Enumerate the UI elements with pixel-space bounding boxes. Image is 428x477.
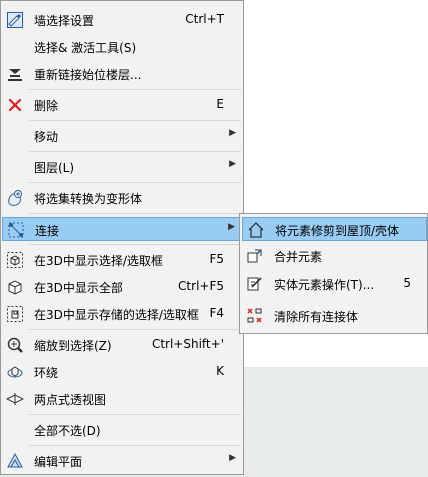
trim-roof-icon	[247, 221, 265, 239]
menu-item-label: 两点式透视图	[34, 393, 107, 407]
delete-x-icon	[6, 96, 24, 114]
menu-item-shortcut: E	[216, 97, 224, 111]
menu-item-label: 环绕	[34, 366, 59, 380]
menu-item-label: 选择& 激活工具(S)	[34, 41, 137, 55]
menu-separator	[29, 329, 241, 330]
menu-item-label: 连接	[35, 224, 60, 238]
menu-separator	[29, 120, 241, 121]
menu-item-label: 将选集转换为变形体	[34, 192, 143, 206]
menu-item-label: 在3D中显示全部	[34, 281, 123, 295]
menu-item-wall-settings[interactable]: 墙选择设置 Ctrl+T	[2, 8, 242, 32]
menu-item-connect[interactable]: 连接 ▶	[2, 217, 242, 241]
context-menu: 墙选择设置 Ctrl+T 选择& 激活工具(S) 重新链接始位楼层... 删除 …	[0, 0, 244, 475]
menu-item-label: 移动	[34, 130, 59, 144]
submenu-item-clear-connections[interactable]: 清除所有连接体	[242, 304, 427, 328]
menu-item-label: 删除	[34, 99, 59, 113]
menu-item-label: 缩放到选择(Z)	[34, 339, 112, 353]
menu-separator	[29, 151, 241, 152]
menu-item-label: 全部不选(D)	[34, 424, 101, 438]
clear-connections-icon	[246, 307, 264, 325]
menu-item-edit-plane[interactable]: 编辑平面 ▶	[2, 449, 242, 473]
menu-item-convert-to-morph[interactable]: 将选集转换为变形体	[2, 186, 242, 210]
menu-item-two-point-perspective[interactable]: 两点式透视图	[2, 387, 242, 411]
menu-item-shortcut: 5	[403, 276, 411, 290]
merge-elements-icon	[246, 247, 264, 265]
menu-item-shortcut: F4	[209, 306, 224, 320]
edit-plane-icon	[6, 452, 24, 470]
menu-item-relink-story[interactable]: 重新链接始位楼层...	[2, 62, 242, 86]
submenu-arrow-icon: ▶	[229, 159, 236, 169]
menu-item-label: 在3D中显示选择/选取框	[34, 254, 163, 268]
submenu-item-merge-elements[interactable]: 合并元素	[242, 244, 427, 268]
submenu-arrow-icon: ▶	[228, 222, 235, 232]
menu-item-show-3d-selection[interactable]: 在3D中显示选择/选取框 F5	[2, 248, 242, 272]
two-point-perspective-icon	[5, 390, 25, 408]
submenu-item-solid-operations[interactable]: 实体元素操作(T)... 5	[242, 272, 427, 296]
submenu-arrow-icon: ▶	[229, 453, 236, 463]
menu-item-show-3d-stored[interactable]: 在3D中显示存储的选择/选取框 F4	[2, 302, 242, 326]
menu-item-shortcut: Ctrl+Shift+'	[151, 337, 224, 351]
menu-item-move[interactable]: 移动 ▶	[2, 124, 242, 148]
menu-separator	[29, 213, 241, 214]
menu-item-layer[interactable]: 图层(L) ▶	[2, 155, 242, 179]
menu-item-label: 合并元素	[274, 250, 323, 264]
menu-item-label: 清除所有连接体	[274, 310, 359, 324]
morph-convert-icon	[6, 189, 24, 207]
menu-separator	[29, 89, 241, 90]
menu-item-shortcut: Ctrl+T	[185, 12, 224, 26]
menu-item-label: 重新链接始位楼层...	[34, 68, 142, 82]
show-3d-all-icon	[6, 278, 24, 296]
menu-item-select-activate-tool[interactable]: 选择& 激活工具(S)	[2, 35, 242, 59]
orbit-icon	[6, 363, 24, 381]
menu-item-deselect-all[interactable]: 全部不选(D)	[2, 418, 242, 442]
menu-item-delete[interactable]: 删除 E	[2, 93, 242, 117]
menu-item-shortcut: Ctrl+F5	[178, 279, 224, 293]
menu-item-show-3d-all[interactable]: 在3D中显示全部 Ctrl+F5	[2, 275, 242, 299]
menu-item-zoom-to-selection[interactable]: 缩放到选择(Z) Ctrl+Shift+'	[2, 333, 242, 357]
menu-item-label: 实体元素操作(T)...	[274, 278, 375, 292]
menu-item-shortcut: F5	[209, 252, 224, 266]
menu-item-orbit[interactable]: 环绕 K	[2, 360, 242, 384]
menu-separator	[29, 414, 241, 415]
menu-item-label: 在3D中显示存储的选择/选取框	[34, 308, 199, 322]
menu-item-label: 将元素修剪到屋顶/壳体	[275, 224, 400, 238]
zoom-selection-icon	[6, 336, 24, 354]
submenu-item-trim-to-roof[interactable]: 将元素修剪到屋顶/壳体	[242, 217, 427, 241]
menu-item-shortcut: K	[216, 364, 224, 378]
wall-settings-icon	[6, 11, 24, 29]
show-3d-stored-icon	[6, 305, 24, 323]
solid-operations-icon	[246, 275, 264, 293]
menu-item-label: 图层(L)	[34, 161, 75, 175]
relink-story-icon	[6, 65, 24, 83]
connect-icon	[7, 221, 25, 239]
menu-separator	[29, 445, 241, 446]
menu-separator	[29, 244, 241, 245]
menu-item-label: 墙选择设置	[34, 14, 95, 28]
menu-separator	[29, 182, 241, 183]
show-3d-selection-icon	[6, 251, 24, 269]
submenu-arrow-icon: ▶	[229, 128, 236, 138]
menu-item-label: 编辑平面	[34, 455, 83, 469]
connect-submenu: 将元素修剪到屋顶/壳体 合并元素 实体元素操作(T)... 5 清除所有连接体	[239, 213, 428, 334]
